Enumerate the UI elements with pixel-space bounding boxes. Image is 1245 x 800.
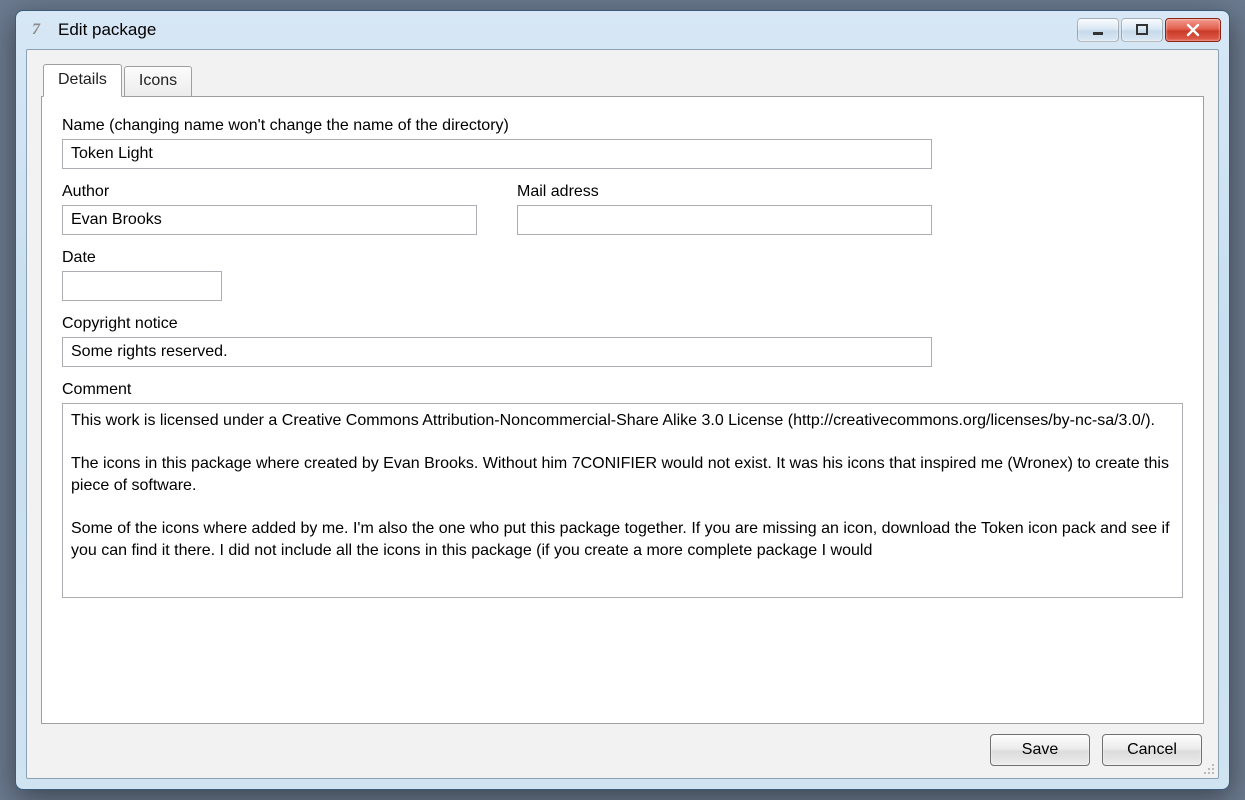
titlebar[interactable]: 7 Edit package bbox=[16, 11, 1229, 49]
date-label: Date bbox=[62, 249, 1183, 267]
tab-body-details: Name (changing name won't change the nam… bbox=[41, 96, 1204, 724]
app-icon: 7 bbox=[26, 20, 46, 40]
author-input[interactable] bbox=[62, 205, 477, 235]
cancel-button[interactable]: Cancel bbox=[1102, 734, 1202, 766]
minimize-icon bbox=[1091, 23, 1105, 37]
tab-details[interactable]: Details bbox=[43, 64, 122, 97]
date-input[interactable] bbox=[62, 271, 222, 301]
dialog-footer: Save Cancel bbox=[41, 724, 1204, 766]
author-group: Author bbox=[62, 183, 477, 235]
name-label: Name (changing name won't change the nam… bbox=[62, 117, 1183, 135]
name-input[interactable] bbox=[62, 139, 932, 169]
window-title: Edit package bbox=[58, 20, 156, 40]
author-label: Author bbox=[62, 183, 477, 201]
maximize-button[interactable] bbox=[1121, 18, 1163, 42]
date-group: Date bbox=[62, 249, 1183, 301]
tab-icons[interactable]: Icons bbox=[124, 66, 192, 97]
copyright-group: Copyright notice bbox=[62, 315, 1183, 367]
tabstrip: Details Icons bbox=[41, 64, 1204, 97]
window: 7 Edit package Details Icons Name (chang… bbox=[15, 10, 1230, 790]
save-button[interactable]: Save bbox=[990, 734, 1090, 766]
comment-label: Comment bbox=[62, 381, 1183, 399]
close-icon bbox=[1185, 23, 1201, 37]
name-group: Name (changing name won't change the nam… bbox=[62, 117, 1183, 169]
client-area: Details Icons Name (changing name won't … bbox=[26, 49, 1219, 779]
minimize-button[interactable] bbox=[1077, 18, 1119, 42]
comment-group: Comment bbox=[62, 381, 1183, 707]
resize-grip-icon[interactable] bbox=[1201, 761, 1215, 775]
mail-input[interactable] bbox=[517, 205, 932, 235]
author-mail-row: Author Mail adress bbox=[62, 183, 932, 235]
maximize-icon bbox=[1135, 23, 1149, 37]
copyright-label: Copyright notice bbox=[62, 315, 1183, 333]
mail-label: Mail adress bbox=[517, 183, 932, 201]
window-controls bbox=[1077, 18, 1223, 42]
close-button[interactable] bbox=[1165, 18, 1221, 42]
mail-group: Mail adress bbox=[517, 183, 932, 235]
comment-textarea[interactable] bbox=[62, 403, 1183, 598]
copyright-input[interactable] bbox=[62, 337, 932, 367]
